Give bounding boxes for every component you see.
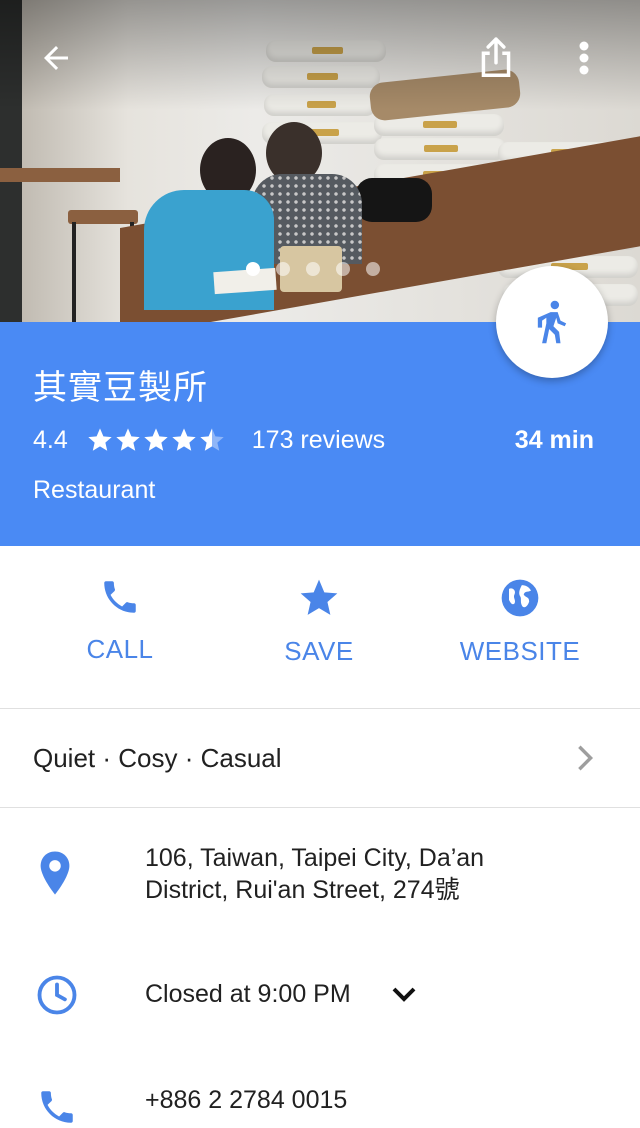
back-button[interactable] bbox=[26, 28, 86, 88]
place-category: Restaurant bbox=[33, 476, 156, 504]
location-pin-icon bbox=[40, 851, 70, 895]
phone-number: +886 2 2784 0015 bbox=[145, 1086, 348, 1114]
pager-dot bbox=[276, 262, 290, 276]
share-icon bbox=[481, 37, 511, 78]
arrow-left-icon bbox=[44, 46, 68, 70]
save-label: SAVE bbox=[284, 636, 354, 666]
travel-duration: 34 min bbox=[514, 425, 594, 454]
address-line-2: District, Rui'an Street, 274號 bbox=[145, 876, 460, 904]
address-line-1: 106, Taiwan, Taipei City, Da’an bbox=[145, 844, 485, 872]
address-text: 106, Taiwan, Taipei City, Da’an District… bbox=[145, 842, 484, 906]
phone-row[interactable]: +886 2 2784 0015 bbox=[0, 1070, 640, 1123]
place-title: 其實豆製所 bbox=[33, 369, 208, 407]
chevron-down-icon[interactable] bbox=[390, 984, 418, 1004]
pager-dot bbox=[366, 262, 380, 276]
rating-row[interactable]: 4.4 173 reviews bbox=[33, 422, 385, 458]
photo-side-table bbox=[0, 168, 120, 182]
pager-dot bbox=[246, 262, 260, 276]
hours-status: Closed at 9:00 PM bbox=[145, 980, 351, 1008]
photo-pager-dots bbox=[246, 262, 380, 282]
star-icon bbox=[144, 428, 168, 451]
star-icon bbox=[172, 428, 196, 451]
website-button[interactable]: WEBSITE bbox=[420, 576, 620, 686]
pager-dot bbox=[336, 262, 350, 276]
call-button[interactable]: CALL bbox=[20, 576, 220, 686]
more-vert-icon bbox=[579, 41, 589, 75]
pager-dot bbox=[306, 262, 320, 276]
reviews-count[interactable]: 173 reviews bbox=[252, 426, 385, 455]
save-button[interactable]: SAVE bbox=[219, 576, 419, 686]
star-icon bbox=[88, 428, 112, 451]
share-button[interactable] bbox=[466, 28, 526, 88]
rating-value: 4.4 bbox=[33, 425, 68, 454]
website-label: WEBSITE bbox=[459, 636, 581, 666]
hours-row[interactable]: Closed at 9:00 PM bbox=[0, 960, 640, 1030]
globe-icon bbox=[501, 579, 539, 617]
atmosphere-tags: Quiet · Cosy · Casual bbox=[33, 742, 282, 773]
star-icon bbox=[300, 579, 338, 615]
atmosphere-row[interactable]: Quiet · Cosy · Casual bbox=[0, 709, 640, 808]
chevron-right-icon bbox=[578, 745, 594, 771]
walking-directions-button[interactable] bbox=[496, 266, 608, 378]
star-half-icon bbox=[200, 428, 224, 451]
walking-icon bbox=[537, 300, 567, 344]
action-bar: CALL SAVE WEBSITE bbox=[0, 546, 640, 709]
phone-icon bbox=[41, 1091, 73, 1123]
star-icon bbox=[116, 428, 140, 451]
clock-icon bbox=[37, 975, 77, 1015]
phone-icon bbox=[104, 581, 136, 613]
more-options-button[interactable] bbox=[554, 28, 614, 88]
rating-stars bbox=[86, 426, 226, 454]
address-row[interactable]: 106, Taiwan, Taipei City, Da’an District… bbox=[0, 830, 640, 920]
call-label: CALL bbox=[86, 634, 154, 664]
